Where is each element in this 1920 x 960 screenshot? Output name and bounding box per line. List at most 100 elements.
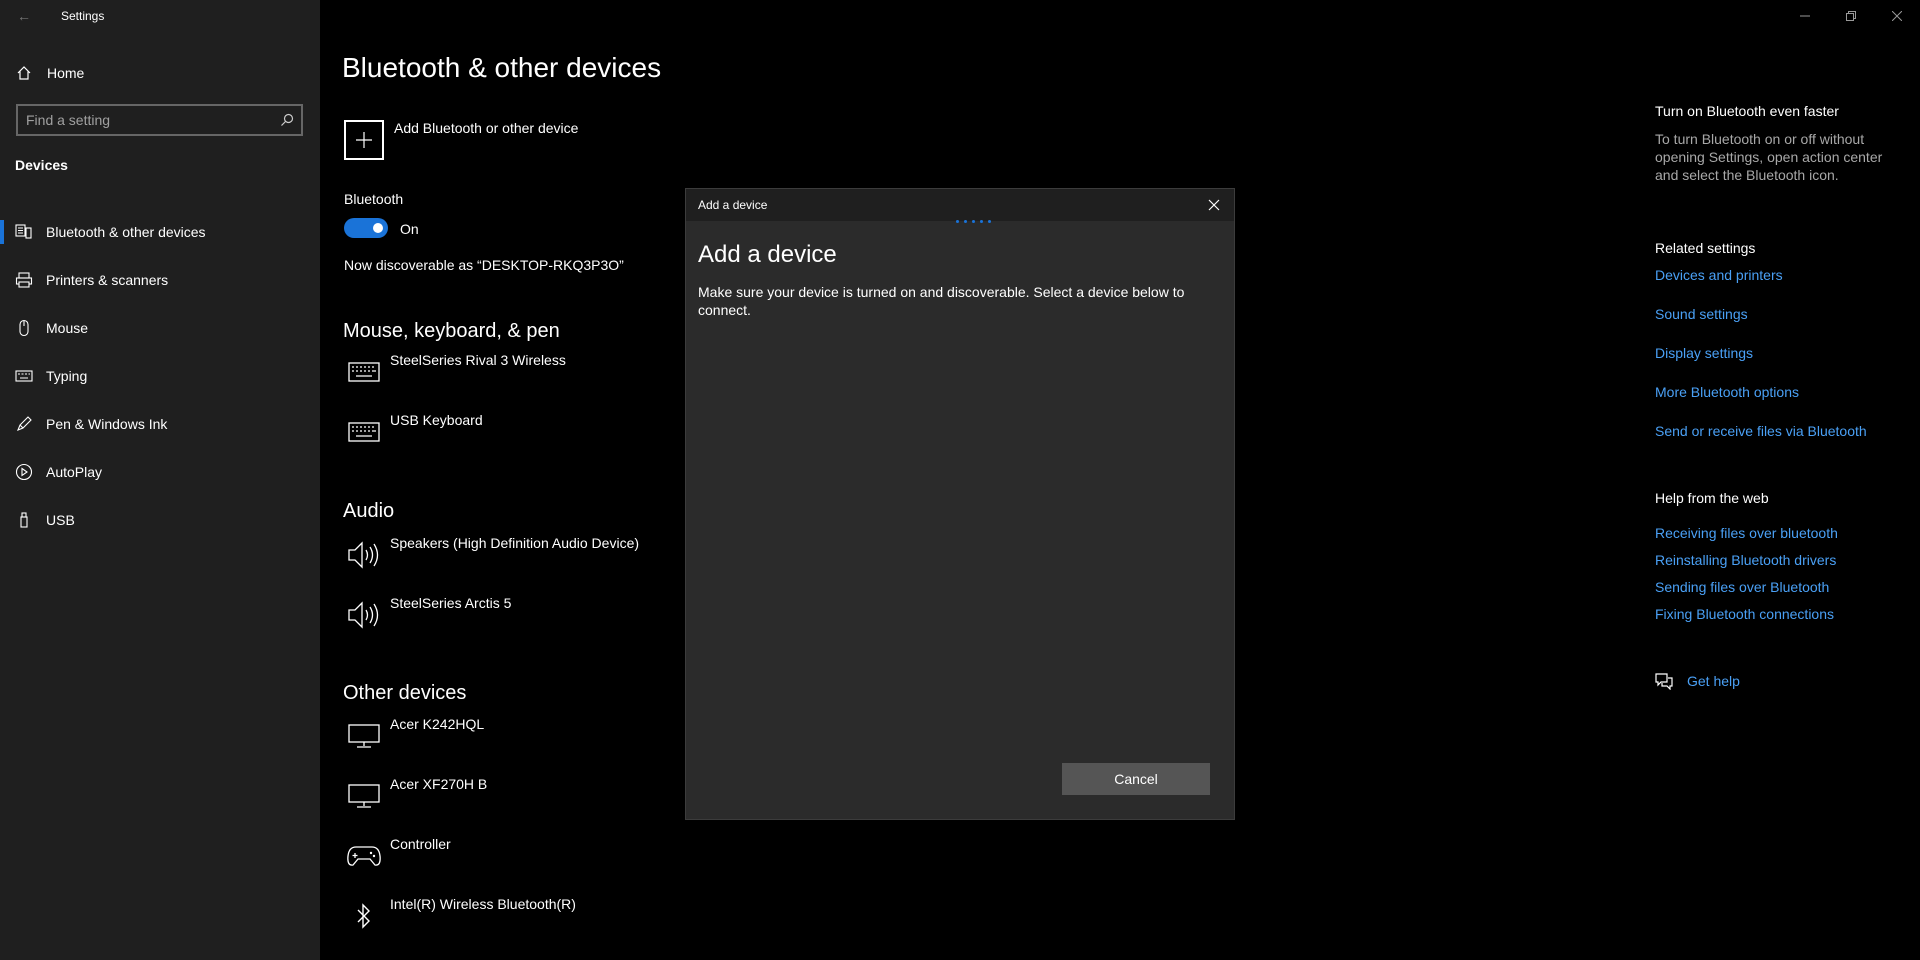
device-item[interactable]: Acer XF270H B	[344, 776, 644, 824]
sidebar-item-mouse[interactable]: Mouse	[0, 304, 320, 352]
discoverable-text: Now discoverable as “DESKTOP-RKQ3P3O”	[344, 257, 624, 273]
sidebar-item-label: Pen & Windows Ink	[46, 416, 168, 432]
device-name: Intel(R) Wireless Bluetooth(R)	[390, 896, 576, 912]
sidebar-item-usb[interactable]: USB	[0, 496, 320, 544]
tip-title: Turn on Bluetooth even faster	[1655, 103, 1839, 119]
back-arrow-icon[interactable]: ←	[14, 6, 34, 26]
progress-dot	[964, 220, 967, 223]
bluetooth-devices-icon	[15, 223, 33, 241]
sidebar-item-pen[interactable]: Pen & Windows Ink	[0, 400, 320, 448]
minimize-icon	[1800, 15, 1810, 17]
sidebar-item-bluetooth[interactable]: Bluetooth & other devices	[0, 208, 320, 256]
dialog-text: Make sure your device is turned on and d…	[698, 284, 1185, 318]
sidebar-item-typing[interactable]: Typing	[0, 352, 320, 400]
add-device-dialog: Add a device Add a device Make sure your…	[685, 188, 1235, 820]
sidebar-nav: Bluetooth & other devices Printers & sca…	[0, 208, 320, 544]
plus-icon	[344, 120, 384, 160]
related-settings-title: Related settings	[1655, 240, 1756, 256]
progress-dot	[988, 220, 991, 223]
close-icon[interactable]	[1206, 197, 1222, 213]
nav-home[interactable]: Home	[0, 58, 320, 88]
help-title: Help from the web	[1655, 490, 1769, 506]
device-item[interactable]: Speakers (High Definition Audio Device)	[344, 535, 644, 583]
link-display-settings[interactable]: Display settings	[1655, 345, 1753, 361]
add-device-label: Add Bluetooth or other device	[394, 120, 579, 136]
nav-home-label: Home	[47, 65, 85, 81]
keyboard-icon	[15, 367, 33, 385]
sidebar-item-label: AutoPlay	[46, 464, 103, 480]
sidebar: Home Devices Bluetooth & other devices P…	[0, 0, 320, 960]
app-title: Settings	[61, 9, 105, 23]
gamepad-icon	[344, 836, 384, 876]
mouse-icon	[15, 319, 33, 337]
group-title-audio: Audio	[343, 500, 395, 522]
speaker-icon	[344, 535, 384, 575]
link-receiving-files[interactable]: Receiving files over bluetooth	[1655, 525, 1838, 541]
bluetooth-icon	[344, 896, 384, 936]
link-sending-files[interactable]: Sending files over Bluetooth	[1655, 579, 1829, 595]
window-controls	[1782, 0, 1920, 32]
keyboard-icon	[344, 352, 384, 392]
sidebar-item-printers[interactable]: Printers & scanners	[0, 256, 320, 304]
device-item[interactable]: Acer K242HQL	[344, 716, 644, 764]
device-name: Controller	[390, 836, 451, 852]
progress-dot	[956, 220, 959, 223]
device-name: USB Keyboard	[390, 412, 483, 428]
tip-text: To turn Bluetooth on or off without open…	[1655, 131, 1883, 183]
device-name: SteelSeries Arctis 5	[390, 595, 512, 611]
search-input[interactable]	[26, 110, 266, 130]
link-reinstalling-drivers[interactable]: Reinstalling Bluetooth drivers	[1655, 552, 1836, 568]
dialog-title: Add a device	[698, 241, 837, 268]
device-item[interactable]: SteelSeries Arctis 5	[344, 595, 644, 643]
search-icon[interactable]	[279, 112, 295, 128]
bluetooth-label: Bluetooth	[344, 191, 404, 207]
sidebar-item-label: USB	[46, 512, 75, 528]
autoplay-icon	[15, 463, 33, 481]
group-title-other: Other devices	[343, 682, 467, 704]
link-devices-and-printers[interactable]: Devices and printers	[1655, 267, 1783, 283]
home-icon	[16, 65, 32, 81]
device-name: Acer K242HQL	[390, 716, 485, 732]
device-name: Acer XF270H B	[390, 776, 488, 792]
restore-button[interactable]	[1828, 0, 1874, 32]
bluetooth-toggle[interactable]	[344, 218, 388, 238]
speaker-icon	[344, 595, 384, 635]
sidebar-section-title: Devices	[15, 157, 68, 173]
link-send-receive-files[interactable]: Send or receive files via Bluetooth	[1655, 423, 1867, 439]
page-title: Bluetooth & other devices	[342, 52, 662, 83]
link-sound-settings[interactable]: Sound settings	[1655, 306, 1748, 322]
search-box	[16, 104, 303, 136]
link-fixing-connections[interactable]: Fixing Bluetooth connections	[1655, 606, 1834, 622]
close-icon	[1892, 11, 1902, 21]
sidebar-item-label: Typing	[46, 368, 88, 384]
chat-help-icon	[1655, 672, 1673, 691]
device-name: SteelSeries Rival 3 Wireless	[390, 352, 566, 368]
pen-icon	[15, 415, 33, 433]
dialog-header-title: Add a device	[698, 198, 768, 212]
progress-dot	[980, 220, 983, 223]
dialog-header: Add a device	[686, 189, 1234, 221]
keyboard-icon	[344, 412, 384, 452]
progress-dots	[956, 220, 991, 223]
monitor-icon	[344, 776, 384, 816]
get-help-label: Get help	[1687, 673, 1740, 689]
device-item[interactable]: USB Keyboard	[344, 412, 644, 460]
device-item[interactable]: SteelSeries Rival 3 Wireless	[344, 352, 644, 400]
device-item[interactable]: Controller	[344, 836, 644, 884]
sidebar-item-label: Printers & scanners	[46, 272, 169, 288]
progress-dot	[972, 220, 975, 223]
monitor-icon	[344, 716, 384, 756]
sidebar-item-label: Mouse	[46, 320, 89, 336]
add-device-button[interactable]: Add Bluetooth or other device	[344, 120, 578, 160]
get-help-link[interactable]: Get help	[1655, 672, 1740, 691]
device-item[interactable]: Intel(R) Wireless Bluetooth(R)	[344, 896, 644, 944]
usb-icon	[15, 511, 33, 529]
sidebar-item-autoplay[interactable]: AutoPlay	[0, 448, 320, 496]
link-more-bluetooth-options[interactable]: More Bluetooth options	[1655, 384, 1799, 400]
sidebar-item-label: Bluetooth & other devices	[46, 224, 206, 240]
close-window-button[interactable]	[1874, 0, 1920, 32]
cancel-button[interactable]: Cancel	[1062, 763, 1210, 795]
device-name: Speakers (High Definition Audio Device)	[390, 535, 640, 551]
minimize-button[interactable]	[1782, 0, 1828, 32]
toggle-knob	[373, 223, 383, 233]
